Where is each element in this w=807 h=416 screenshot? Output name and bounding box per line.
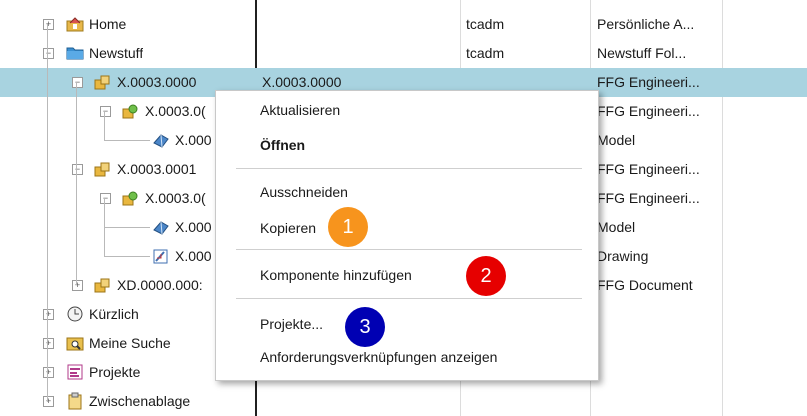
clipboard-icon: [66, 392, 84, 410]
document-icon: [93, 276, 111, 294]
tree-connector: [104, 227, 150, 228]
type-cell: FFG Engineeri...: [597, 74, 700, 90]
expand-icon[interactable]: +: [43, 338, 54, 349]
assembly-icon: [93, 73, 111, 91]
tree-connector: [104, 256, 150, 257]
context-menu: Aktualisieren Öffnen Ausschneiden Kopier…: [215, 90, 599, 381]
tree-row-label: X.0003.0001: [117, 161, 197, 177]
menu-item-refresh[interactable]: Aktualisieren: [260, 98, 340, 122]
drawing-icon: [152, 247, 170, 265]
menu-item-projects[interactable]: Projekte...: [260, 312, 323, 336]
collapse-icon[interactable]: −: [72, 164, 83, 175]
type-cell: FFG Engineeri...: [597, 103, 700, 119]
tree-row-label: X.000: [175, 132, 212, 148]
tree-connector: [104, 111, 105, 140]
type-cell: FFG Engineeri...: [597, 190, 700, 206]
owner-cell: tcadm: [466, 16, 505, 32]
expand-icon[interactable]: +: [43, 19, 54, 30]
collapse-icon[interactable]: −: [100, 106, 111, 117]
owner-cell: tcadm: [466, 45, 505, 61]
folder-icon: [66, 44, 84, 62]
menu-item-add-component[interactable]: Komponente hinzufügen: [260, 263, 412, 287]
tree-row-label: XD.0000.000:: [117, 277, 203, 293]
expand-icon[interactable]: +: [43, 367, 54, 378]
tree-row-home[interactable]: + Home tcadm Persönliche A...: [0, 10, 807, 39]
tree-row-clipboard[interactable]: + Zwischenablage: [0, 387, 807, 416]
menu-separator: [236, 249, 582, 250]
tree-row-label: Meine Suche: [89, 335, 171, 351]
tree-row-label: Projekte: [89, 364, 141, 380]
type-cell: Model: [597, 132, 636, 148]
tree-row-label: X.0003.0000: [117, 74, 197, 90]
expand-icon[interactable]: +: [72, 280, 83, 291]
expand-icon[interactable]: +: [43, 309, 54, 320]
tree-connector: [76, 82, 77, 285]
tree-row-label: Zwischenablage: [89, 393, 191, 409]
search-folder-icon: [66, 334, 84, 352]
tree-connector: [104, 140, 150, 141]
menu-item-copy[interactable]: Kopieren: [260, 216, 316, 240]
collapse-icon[interactable]: −: [72, 77, 83, 88]
clock-icon: [66, 305, 84, 323]
type-cell: Model: [597, 219, 636, 235]
menu-item-open[interactable]: Öffnen: [260, 133, 305, 157]
tree-row-newstuff[interactable]: − Newstuff tcadm Newstuff Fol...: [0, 39, 807, 68]
collapse-icon[interactable]: −: [43, 48, 54, 59]
menu-item-cut[interactable]: Ausschneiden: [260, 180, 348, 204]
type-cell: FFG Document: [597, 277, 693, 293]
type-cell: Drawing: [597, 248, 649, 264]
part-icon: [121, 102, 139, 120]
model-icon: [152, 131, 170, 149]
tree-connector: [47, 24, 48, 402]
type-cell: Newstuff Fol...: [597, 45, 687, 61]
type-cell: Persönliche A...: [597, 16, 695, 32]
callout-badge-2: 2: [466, 256, 506, 296]
collapse-icon[interactable]: −: [100, 193, 111, 204]
menu-separator: [236, 298, 582, 299]
model-icon: [152, 218, 170, 236]
type-cell: FFG Engineeri...: [597, 161, 700, 177]
tree-row-label: X.0003.0(: [145, 190, 206, 206]
home-folder-icon: [66, 15, 84, 33]
expand-icon[interactable]: +: [43, 396, 54, 407]
tree-row-label: Kürzlich: [89, 306, 139, 322]
tree-row-label: Newstuff: [89, 45, 144, 61]
menu-separator: [236, 168, 582, 169]
callout-badge-3: 3: [345, 307, 385, 347]
callout-badge-1: 1: [328, 207, 368, 247]
tree-row-label: Home: [89, 16, 127, 32]
menu-item-show-requirement-links[interactable]: Anforderungsverknüpfungen anzeigen: [260, 345, 497, 369]
tree-row-label: X.000: [175, 219, 212, 235]
tree-row-label: X.0003.0(: [145, 103, 206, 119]
assembly-icon: [93, 160, 111, 178]
part-icon: [121, 189, 139, 207]
project-icon: [66, 363, 84, 381]
tree-row-label: X.000: [175, 248, 212, 264]
